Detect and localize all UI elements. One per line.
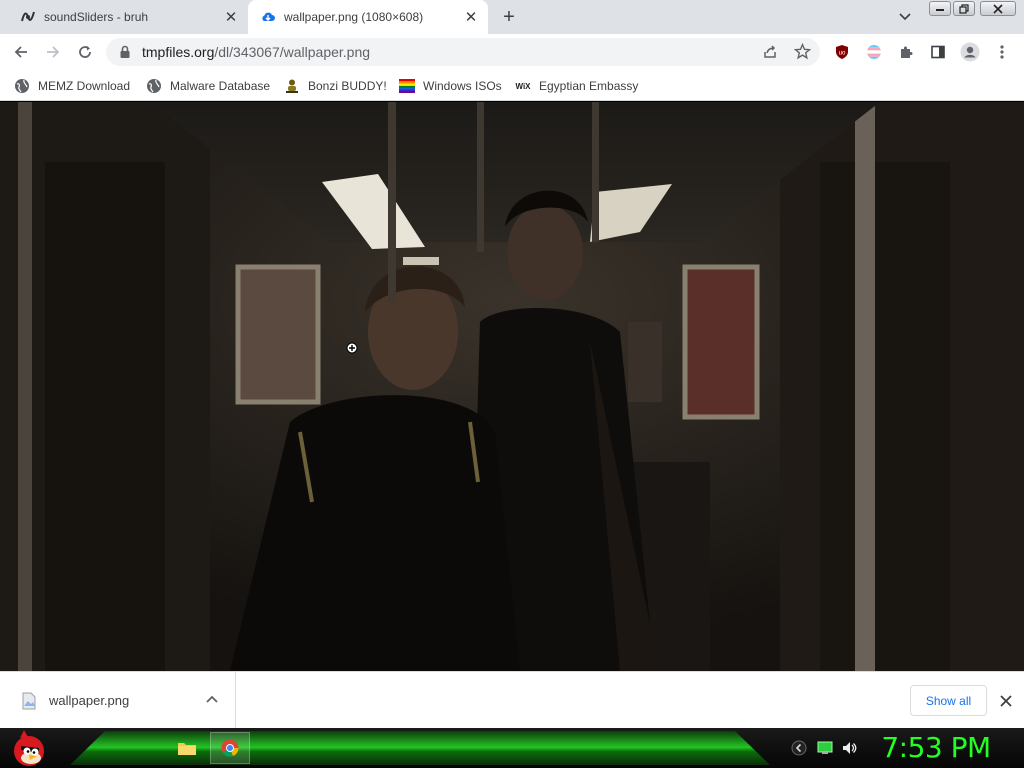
bookmark-star-icon[interactable] [793, 42, 812, 65]
bookmark-label: Malware Database [170, 79, 271, 93]
bookmark-label: Bonzi BUDDY! [308, 79, 387, 93]
reload-button[interactable] [73, 40, 97, 64]
browser-toolbar: tmpfiles.org/dl/343067/wallpaper.png uo [0, 34, 1024, 70]
bookmark-egyptian-embassy[interactable]: WiX Egyptian Embassy [515, 76, 638, 96]
bonzi-icon [284, 78, 300, 94]
address-bar[interactable]: tmpfiles.org/dl/343067/wallpaper.png [106, 38, 820, 66]
svg-text:uo: uo [839, 51, 846, 57]
ublock-icon[interactable]: uo [830, 40, 854, 64]
forward-button[interactable] [41, 40, 65, 64]
bookmark-windows-isos[interactable]: Windows ISOs [399, 76, 502, 96]
close-download-bar-icon[interactable] [997, 692, 1015, 710]
trans-flag-extension-icon[interactable] [862, 40, 886, 64]
bookmark-label: Egyptian Embassy [539, 79, 639, 93]
image-viewer [0, 102, 1024, 671]
close-window-button[interactable] [980, 1, 1016, 16]
download-item[interactable]: wallpaper.png [0, 672, 236, 728]
volume-icon[interactable] [841, 740, 857, 756]
bookmark-label: Windows ISOs [423, 79, 502, 93]
image-file-icon [22, 692, 36, 710]
chevron-up-icon[interactable] [204, 692, 220, 708]
tab-wallpaper[interactable]: wallpaper.png (1080×608) ✕ [248, 0, 488, 34]
close-tab-icon[interactable]: ✕ [222, 8, 240, 26]
url-host: tmpfiles.org [142, 44, 215, 60]
soundsliders-icon [20, 9, 36, 25]
bookmarks-bar: MEMZ Download Malware Database Bonzi BUD… [0, 70, 1024, 101]
back-button[interactable] [9, 40, 33, 64]
chrome-taskbar-icon[interactable] [210, 732, 250, 764]
new-tab-button[interactable]: + [497, 6, 521, 28]
tab-search-chevron-icon[interactable] [896, 9, 914, 25]
bookmark-bonzi-buddy[interactable]: Bonzi BUDDY! [284, 76, 387, 96]
url-path: /dl/343067/wallpaper.png [214, 44, 371, 60]
tab-title: wallpaper.png (1080×608) [284, 10, 424, 24]
url-text: tmpfiles.org/dl/343067/wallpaper.png [142, 44, 370, 60]
globe-icon [14, 78, 30, 94]
minimize-button[interactable] [929, 1, 951, 16]
close-tab-icon[interactable]: ✕ [462, 8, 480, 26]
tab-soundsliders[interactable]: soundSliders - bruh ✕ [8, 0, 248, 34]
download-filename: wallpaper.png [49, 693, 130, 708]
network-icon[interactable] [817, 740, 833, 756]
bookmark-malware-database[interactable]: Malware Database [146, 76, 270, 96]
taskbar-clock[interactable]: 7:53 PM [876, 730, 996, 766]
download-bar: wallpaper.png Show all [0, 671, 1024, 728]
tab-title: soundSliders - bruh [44, 10, 149, 24]
mouse-cursor-icon [346, 342, 358, 354]
lock-icon[interactable] [119, 45, 131, 64]
start-button-angry-bird-icon[interactable] [4, 728, 48, 768]
side-panel-icon[interactable] [926, 40, 950, 64]
bookmark-memz-download[interactable]: MEMZ Download [14, 76, 130, 96]
wix-icon: WiX [515, 81, 531, 91]
cloud-icon [260, 9, 276, 25]
rainbow-flag-icon [399, 78, 415, 94]
globe-icon [146, 78, 162, 94]
restore-button[interactable] [953, 1, 975, 16]
taskbar: 7:53 PM [0, 728, 1024, 768]
share-icon[interactable] [762, 44, 778, 65]
tab-strip: soundSliders - bruh ✕ wallpaper.png (108… [0, 0, 1024, 34]
show-all-button[interactable]: Show all [910, 685, 987, 716]
menu-kebab-icon[interactable] [990, 40, 1014, 64]
profile-avatar-icon[interactable] [958, 40, 982, 64]
file-explorer-icon[interactable] [167, 732, 207, 764]
extensions-puzzle-icon[interactable] [894, 40, 918, 64]
bookmark-label: MEMZ Download [38, 79, 131, 93]
wallpaper-image[interactable] [0, 102, 1024, 671]
tray-chevron-icon[interactable] [791, 740, 807, 756]
